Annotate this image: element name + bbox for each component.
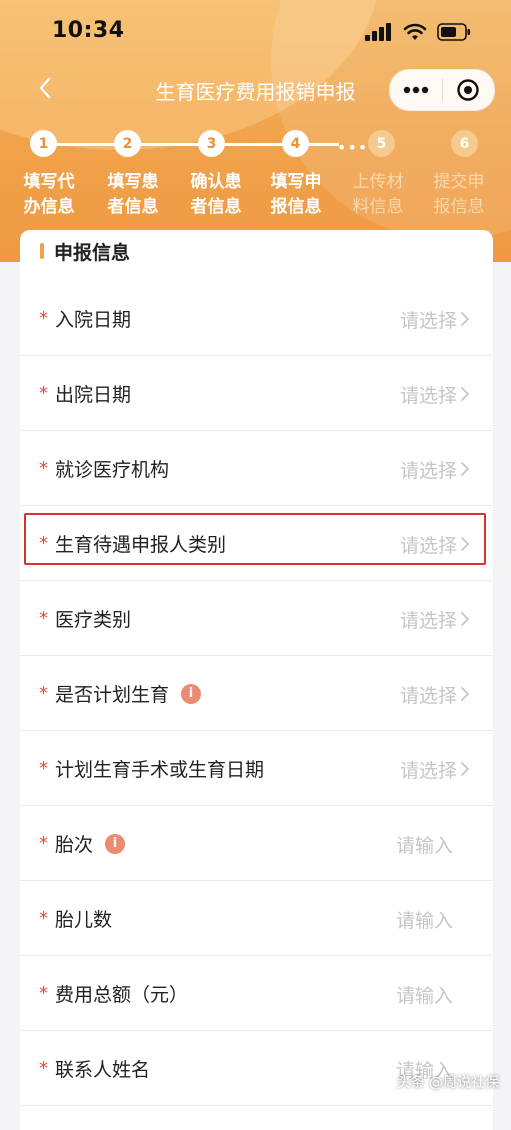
- form-row-planned-birth[interactable]: * 是否计划生育 i 请选择: [20, 656, 493, 731]
- field-input-placeholder[interactable]: 请输入: [396, 906, 453, 933]
- step-6-label: 提交申 报信息: [433, 172, 485, 217]
- required-mark: *: [39, 608, 48, 629]
- more-dots-icon: [403, 86, 428, 94]
- step-dots: •••: [337, 138, 369, 157]
- field-label: 就诊医疗机构: [55, 459, 170, 481]
- step-4-number: 4: [282, 130, 309, 157]
- info-icon[interactable]: i: [181, 683, 202, 704]
- form-row-admission-date[interactable]: * 入院日期 请选择: [20, 281, 493, 356]
- status-bar: 10:34: [0, 0, 511, 66]
- required-mark: *: [39, 983, 48, 1004]
- chevron-right-icon: [461, 387, 469, 401]
- required-mark: *: [39, 458, 48, 479]
- field-label: 医疗类别: [55, 609, 132, 631]
- field-label: 胎次 i: [55, 830, 126, 857]
- required-mark: *: [39, 908, 48, 929]
- step-1-number: 1: [30, 130, 57, 157]
- field-input-placeholder[interactable]: 请输入: [396, 831, 453, 858]
- step-5-number: 5: [368, 130, 395, 157]
- field-placeholder: 请选择: [399, 460, 457, 482]
- miniprogram-capsule: [389, 69, 495, 111]
- info-icon[interactable]: i: [105, 833, 126, 854]
- field-label: 是否计划生育 i: [55, 680, 202, 707]
- step-6-number: 6: [451, 130, 478, 157]
- form-row-discharge-date[interactable]: * 出院日期 请选择: [20, 356, 493, 431]
- field-label: 胎儿数: [55, 909, 113, 931]
- more-button[interactable]: [390, 70, 442, 110]
- status-icons: [365, 23, 471, 41]
- form-row-surgery-or-birth-date[interactable]: * 计划生育手术或生育日期 请选择: [20, 731, 493, 806]
- form-row-medical-institution[interactable]: * 就诊医疗机构 请选择: [20, 431, 493, 506]
- chevron-right-icon: [461, 312, 469, 326]
- form-row-total-cost[interactable]: * 费用总额（元） 请输入: [20, 956, 493, 1031]
- form-row-medical-category[interactable]: * 医疗类别 请选择: [20, 581, 493, 656]
- step-3-number: 3: [198, 130, 225, 157]
- status-time: 10:34: [52, 18, 125, 43]
- form-row-fetus-count[interactable]: * 胎儿数 请输入: [20, 881, 493, 956]
- field-placeholder: 请选择: [399, 385, 457, 407]
- step-5-label: 上传材 料信息: [352, 172, 404, 217]
- chevron-right-icon: [461, 612, 469, 626]
- form-row-pregnancy-number[interactable]: * 胎次 i 请输入: [20, 806, 493, 881]
- step-3-label: 确认患 者信息: [190, 172, 242, 217]
- section-accent-bar: [40, 243, 44, 259]
- field-placeholder: 请选择: [399, 760, 457, 782]
- step-4-label: 填写申 报信息: [270, 172, 322, 217]
- highlight-box: [24, 513, 486, 565]
- target-icon: [457, 79, 479, 101]
- step-progress: ••• 1 2 3 4 5 6 填写代 办信息 填写患 者信息 确认患 者信息 填写申…: [0, 126, 511, 236]
- signal-icon: [365, 23, 391, 41]
- required-mark: *: [39, 758, 48, 779]
- required-mark: *: [39, 383, 48, 404]
- step-2-number: 2: [114, 130, 141, 157]
- field-label: 联系人姓名: [55, 1059, 151, 1081]
- required-mark: *: [39, 833, 48, 854]
- chevron-right-icon: [461, 462, 469, 476]
- field-label: 计划生育手术或生育日期: [55, 759, 265, 781]
- field-placeholder: 请选择: [399, 685, 457, 707]
- field-label-text: 是否计划生育: [55, 684, 170, 706]
- close-miniprogram-button[interactable]: [443, 70, 495, 110]
- form-card: 申报信息 * 入院日期 请选择 * 出院日期 请选择 * 就诊医疗机构 请选择 …: [20, 230, 493, 1130]
- battery-icon: [437, 23, 470, 41]
- section-header: 申报信息: [40, 238, 130, 264]
- section-title: 申报信息: [54, 241, 131, 264]
- chevron-right-icon: [461, 687, 469, 701]
- step-2-label: 填写患 者信息: [107, 172, 159, 217]
- required-mark: *: [39, 1058, 48, 1079]
- watermark: 头条 @周说社保: [396, 1075, 499, 1091]
- field-placeholder: 请选择: [399, 310, 457, 332]
- nav-bar: 生育医疗费用报销申报: [0, 66, 511, 112]
- required-mark: *: [39, 308, 48, 329]
- field-input-placeholder[interactable]: 请输入: [396, 981, 453, 1008]
- field-label: 费用总额（元）: [55, 984, 189, 1006]
- field-label-text: 胎次: [55, 834, 94, 856]
- step-1-label: 填写代 办信息: [23, 172, 75, 217]
- chevron-right-icon: [461, 762, 469, 776]
- header-background: 10:34 生育医疗费用报销申报 ••• 1 2 3 4 5 6 填写代 办信息…: [0, 0, 511, 262]
- form-row-contact-name[interactable]: * 联系人姓名 请输入: [20, 1031, 493, 1106]
- wifi-icon: [403, 23, 427, 40]
- required-mark: *: [39, 683, 48, 704]
- field-placeholder: 请选择: [399, 610, 457, 632]
- field-label: 入院日期: [55, 309, 132, 331]
- field-label: 出院日期: [55, 384, 132, 406]
